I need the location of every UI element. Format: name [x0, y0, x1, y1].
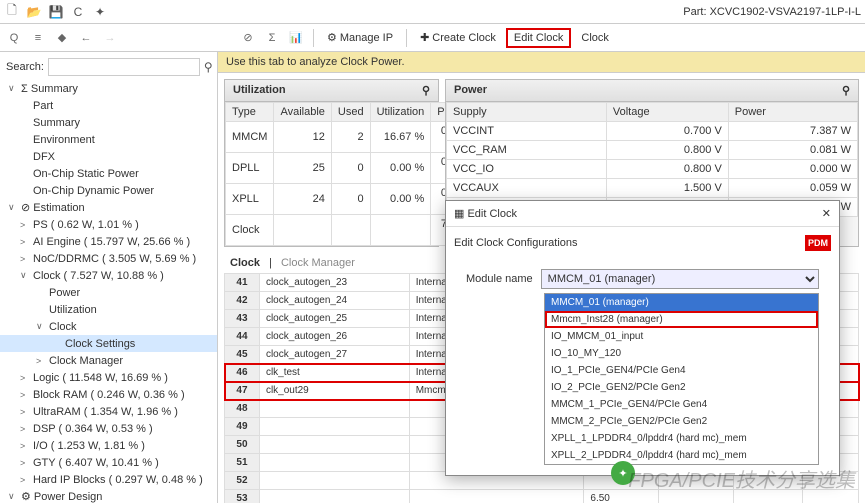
tree-node[interactable]: DFX	[0, 148, 217, 165]
forward-icon[interactable]: →	[100, 28, 120, 48]
tree-node[interactable]: >Clock Manager	[0, 352, 217, 369]
tree-node[interactable]: Utilization	[0, 301, 217, 318]
dropdown-item[interactable]: MMCM_2_PCIe_GEN2/PCIe Gen2	[545, 413, 818, 430]
save-icon[interactable]: 💾	[48, 4, 64, 20]
dropdown-item[interactable]: XPLL_2_LPDDR4_0/lpddr4 (hard mc)_mem	[545, 447, 818, 464]
expand-icon[interactable]: ≡	[28, 28, 48, 48]
open-icon[interactable]: 📂	[26, 4, 42, 20]
tree-node[interactable]: >AI Engine ( 15.797 W, 25.66 % )	[0, 233, 217, 250]
tree-node[interactable]: >GTY ( 6.407 W, 10.41 % )	[0, 454, 217, 471]
tree-node[interactable]: ∨⊘ Estimation	[0, 199, 217, 216]
part-label: Part: XCVC1902-VSVA2197-1LP-I-L	[683, 6, 861, 18]
chart-icon[interactable]: 📊	[286, 28, 306, 48]
nav-tree: ∨Σ SummaryPartSummaryEnvironmentDFXOn-Ch…	[0, 78, 217, 503]
edit-clock-dialog: ▦ Edit Clock ✕ Edit Clock Configurations…	[445, 200, 840, 476]
back-icon[interactable]: ←	[76, 28, 96, 48]
dialog-title: ▦ Edit Clock	[454, 207, 517, 220]
tree-node[interactable]: >UltraRAM ( 1.354 W, 1.96 % )	[0, 403, 217, 420]
toolbar: Q ≡ ◆ ← → ⊘ Σ 📊 ⚙ Manage IP ✚ Create Clo…	[0, 24, 865, 52]
tree-node[interactable]: Clock Settings	[0, 335, 217, 352]
dropdown-item[interactable]: MMCM_1_PCIe_GEN4/PCIe Gen4	[545, 396, 818, 413]
close-icon[interactable]: ✕	[822, 207, 831, 220]
sum-icon[interactable]: Σ	[262, 28, 282, 48]
utilization-panel: Utilization⚲ TypeAvailableUsedUtilizatio…	[224, 79, 439, 247]
tree-node[interactable]: >Block RAM ( 0.246 W, 0.36 % )	[0, 386, 217, 403]
create-clock-button[interactable]: ✚ Create Clock	[414, 29, 502, 46]
tree-node[interactable]: On-Chip Dynamic Power	[0, 182, 217, 199]
tree-node[interactable]: >DSP ( 0.364 W, 0.53 % )	[0, 420, 217, 437]
refresh-icon[interactable]: C	[70, 4, 86, 20]
tree-node[interactable]: >Hard IP Blocks ( 0.297 W, 0.48 % )	[0, 471, 217, 488]
dropdown-item[interactable]: IO_10_MY_120	[545, 345, 818, 362]
top-menubar: 🗋 📂 💾 C ✦ Part: XCVC1902-VSVA2197-1LP-I-…	[0, 0, 865, 24]
dropdown-item[interactable]: IO_MMCM_01_input	[545, 328, 818, 345]
hint-bar: Use this tab to analyze Clock Power.	[218, 52, 865, 73]
tree-node[interactable]: >NoC/DDRMC ( 3.505 W, 5.69 % )	[0, 250, 217, 267]
dropdown-item[interactable]: IO_1_PCIe_GEN4/PCIe Gen4	[545, 362, 818, 379]
pdm-badge: PDM	[805, 235, 831, 251]
sidebar: Search: ⚲ ∨Σ SummaryPartSummaryEnvironme…	[0, 52, 218, 503]
module-name-label: Module name	[466, 273, 533, 285]
new-icon[interactable]: 🗋	[4, 4, 20, 20]
tree-node[interactable]: On-Chip Static Power	[0, 165, 217, 182]
search-icon[interactable]: ⚲	[422, 84, 430, 97]
edit-clock-button[interactable]: Edit Clock	[506, 28, 572, 48]
dropdown-item[interactable]: Mmcm_Inst28 (manager)	[545, 311, 818, 328]
tree-node[interactable]: Environment	[0, 131, 217, 148]
dropdown-item[interactable]: MMCM_01 (manager)	[545, 294, 818, 311]
tool-icon[interactable]: ✦	[92, 4, 108, 20]
tree-node[interactable]: ∨Σ Summary	[0, 80, 217, 97]
tree-node[interactable]: ∨Clock ( 7.527 W, 10.88 % )	[0, 267, 217, 284]
search-input[interactable]	[48, 58, 200, 76]
search-label: Search:	[6, 61, 44, 73]
tree-node[interactable]: >Logic ( 11.548 W, 16.69 % )	[0, 369, 217, 386]
manage-ip-button[interactable]: ⚙ Manage IP	[321, 29, 399, 46]
tree-node[interactable]: >PS ( 0.62 W, 1.01 % )	[0, 216, 217, 233]
dropdown-item[interactable]: IO_2_PCIe_GEN2/PCIe Gen2	[545, 379, 818, 396]
clock-label: Clock	[575, 30, 615, 46]
dialog-subtitle: Edit Clock Configurations	[454, 237, 578, 249]
tree-node[interactable]: Part	[0, 97, 217, 114]
dropdown-item[interactable]: XPLL_1_LPDDR4_0/lpddr4 (hard mc)_mem	[545, 430, 818, 447]
sigma-icon[interactable]: ⊘	[238, 28, 258, 48]
watermark: FPGA/PCIE技术分享选集	[628, 464, 855, 493]
tree-node[interactable]: Summary	[0, 114, 217, 131]
search-go-icon[interactable]: ⚲	[204, 59, 213, 75]
module-dropdown[interactable]: MMCM_01 (manager)Mmcm_Inst28 (manager)IO…	[544, 293, 819, 465]
tree-node[interactable]: ∨Clock	[0, 318, 217, 335]
search-icon[interactable]: ⚲	[842, 84, 850, 97]
tree-node[interactable]: >I/O ( 1.253 W, 1.81 % )	[0, 437, 217, 454]
search-icon[interactable]: Q	[4, 28, 24, 48]
tree-node[interactable]: Power	[0, 284, 217, 301]
module-name-select[interactable]: MMCM_01 (manager)	[541, 269, 819, 289]
tree-node[interactable]: ∨⚙ Power Design	[0, 488, 217, 503]
utilization-table: TypeAvailableUsedUtilizationPowerMMCM122…	[225, 102, 475, 246]
collapse-icon[interactable]: ◆	[52, 28, 72, 48]
